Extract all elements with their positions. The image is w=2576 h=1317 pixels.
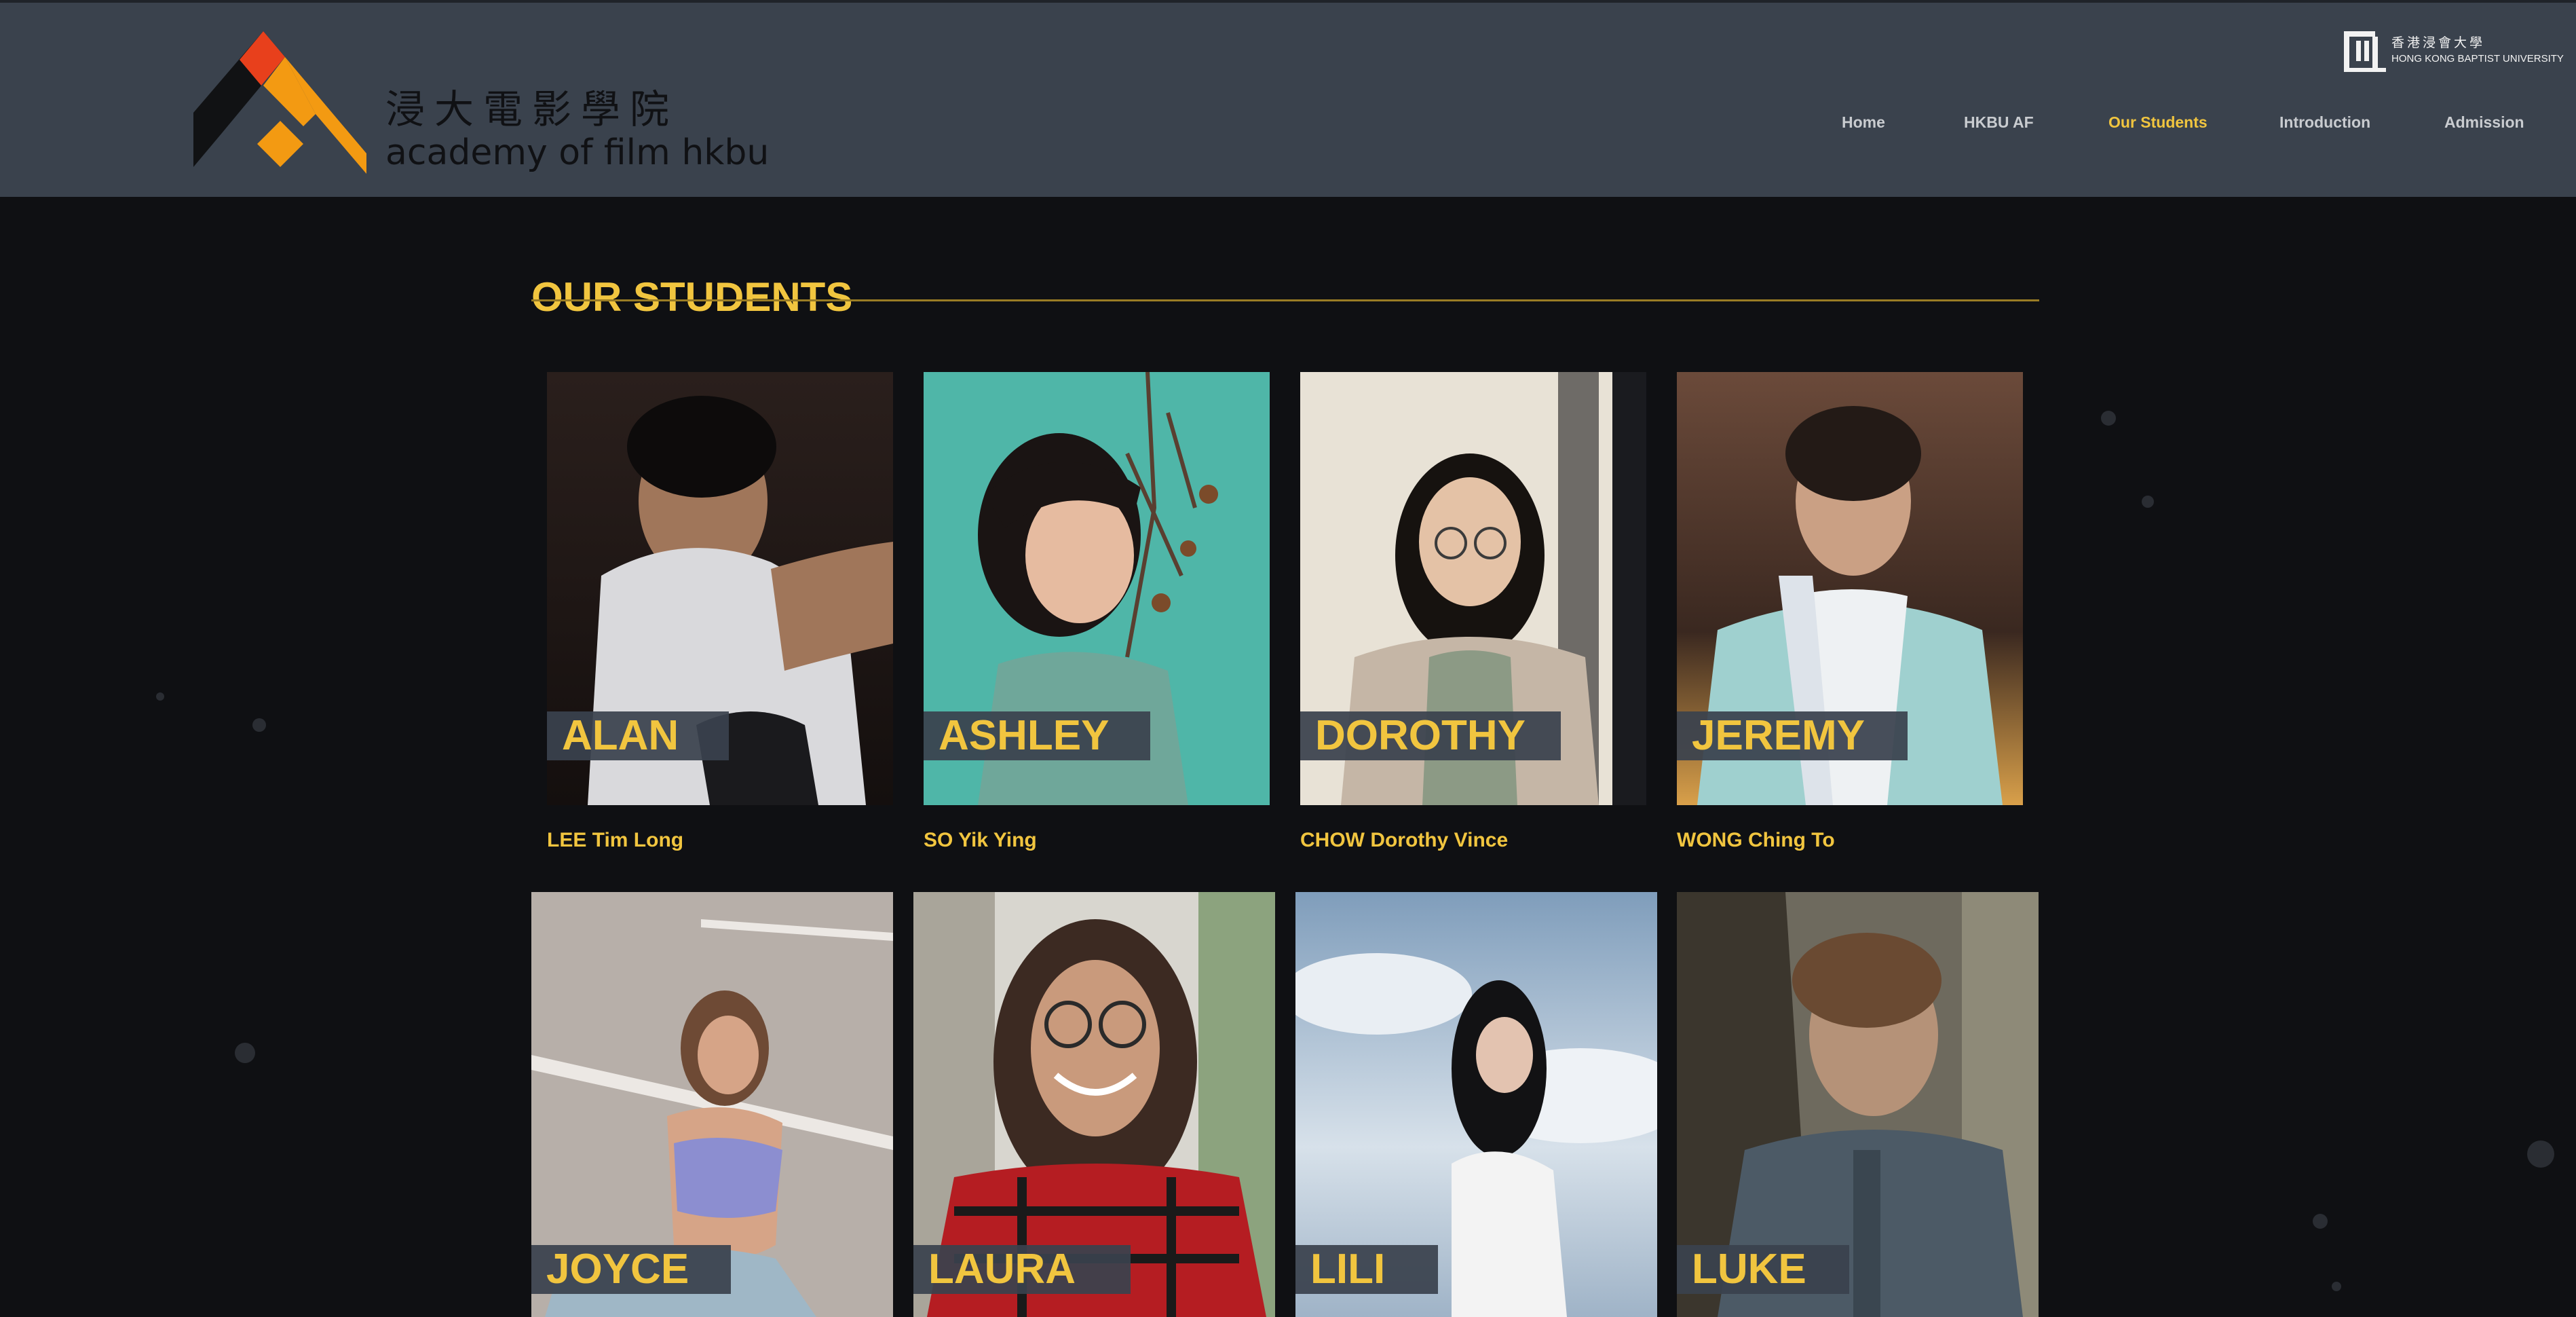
background-dot bbox=[2101, 411, 2116, 426]
background-dot bbox=[2332, 1282, 2341, 1291]
student-card-alan[interactable]: ALAN bbox=[547, 372, 893, 805]
student-name-tag: LUKE bbox=[1677, 1245, 1849, 1294]
site-header: 浸大電影學院 academy of film hkbu 香港浸會大學 HONG … bbox=[0, 3, 2576, 197]
student-short-name: LILI bbox=[1310, 1246, 1386, 1293]
student-short-name: DOROTHY bbox=[1315, 712, 1526, 759]
student-name-tag: ASHLEY bbox=[924, 711, 1150, 760]
student-full-name[interactable]: SO Yik Ying bbox=[924, 827, 1037, 854]
brand-english-name: academy of film hkbu bbox=[385, 132, 770, 173]
student-name-tag: LILI bbox=[1295, 1245, 1438, 1294]
student-card-dorothy[interactable]: DOROTHY bbox=[1300, 372, 1646, 805]
nav-item-home[interactable]: Home bbox=[1842, 110, 1885, 134]
nav-item-admission[interactable]: Admission bbox=[2444, 110, 2524, 134]
student-short-name: LUKE bbox=[1692, 1246, 1806, 1293]
background-dot bbox=[252, 718, 266, 732]
university-building-icon bbox=[2344, 31, 2386, 72]
academy-of-film-logo[interactable]: 浸大電影學院 academy of film hkbu bbox=[193, 31, 769, 174]
brand-chinese-name: 浸大電影學院 bbox=[385, 86, 679, 132]
academy-logo-mark-icon bbox=[193, 31, 366, 174]
title-divider bbox=[531, 299, 2039, 301]
student-short-name: JEREMY bbox=[1692, 712, 1865, 759]
background-dot bbox=[2142, 496, 2154, 508]
student-full-name[interactable]: CHOW Dorothy Vince bbox=[1300, 827, 1508, 854]
nav-item-introduction[interactable]: Introduction bbox=[2279, 110, 2370, 134]
student-name-tag: LAURA bbox=[913, 1245, 1131, 1294]
student-card-laura[interactable]: LAURA bbox=[913, 892, 1275, 1317]
student-card-joyce[interactable]: JOYCE bbox=[531, 892, 893, 1317]
page-title: OUR STUDENTS bbox=[531, 274, 853, 320]
student-name-tag: JOYCE bbox=[531, 1245, 731, 1294]
student-short-name: ALAN bbox=[562, 712, 679, 759]
student-full-name[interactable]: LEE Tim Long bbox=[547, 827, 683, 854]
student-name-tag: ALAN bbox=[547, 711, 729, 760]
nav-item-our-students[interactable]: Our Students bbox=[2108, 110, 2208, 134]
background-dot bbox=[235, 1043, 255, 1063]
hkbu-university-logo[interactable]: 香港浸會大學 HONG KONG BAPTIST UNIVERSITY bbox=[2341, 27, 2564, 76]
nav-item-hkbu-af[interactable]: HKBU AF bbox=[1964, 110, 2034, 134]
student-short-name: ASHLEY bbox=[939, 712, 1110, 759]
student-short-name: JOYCE bbox=[546, 1246, 689, 1293]
student-name-tag: JEREMY bbox=[1677, 711, 1908, 760]
student-name-tag: DOROTHY bbox=[1300, 711, 1561, 760]
university-english-name: HONG KONG BAPTIST UNIVERSITY bbox=[2391, 53, 2564, 64]
student-card-luke[interactable]: LUKE bbox=[1677, 892, 2039, 1317]
background-dot bbox=[156, 692, 164, 701]
student-card-lili[interactable]: LILI bbox=[1295, 892, 1657, 1317]
student-card-ashley[interactable]: ASHLEY bbox=[924, 372, 1270, 805]
background-dot bbox=[2313, 1214, 2328, 1229]
student-card-jeremy[interactable]: JEREMY bbox=[1677, 372, 2023, 805]
student-short-name: LAURA bbox=[928, 1246, 1076, 1293]
student-full-name[interactable]: WONG Ching To bbox=[1677, 827, 1835, 854]
background-dot bbox=[2527, 1140, 2554, 1168]
university-chinese-name: 香港浸會大學 bbox=[2391, 35, 2486, 50]
